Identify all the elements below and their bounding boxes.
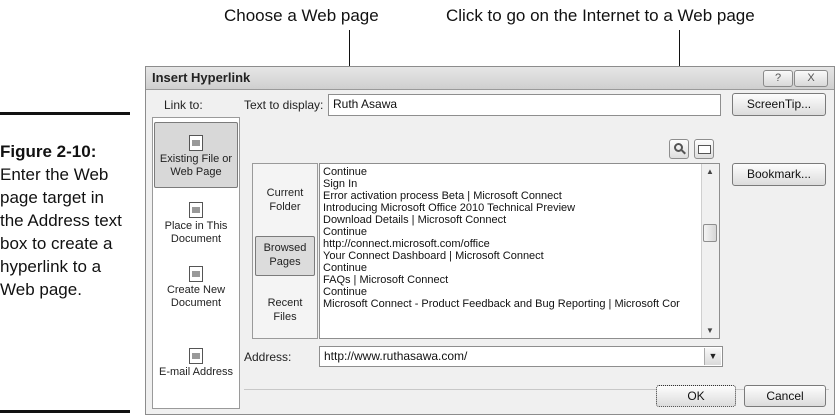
footer-divider xyxy=(244,389,829,390)
list-item[interactable]: Download Details | Microsoft Connect xyxy=(323,215,698,227)
cancel-button[interactable]: Cancel xyxy=(744,385,826,407)
title-bar: Insert Hyperlink ? X xyxy=(146,67,834,90)
folder-icon xyxy=(698,145,711,154)
scroll-up-icon[interactable]: ▲ xyxy=(706,167,714,176)
existing-file-icon xyxy=(189,135,203,151)
callout-choose-web-page: Choose a Web page xyxy=(224,6,379,25)
list-item[interactable]: Sign In xyxy=(323,179,698,191)
screentip-button[interactable]: ScreenTip... xyxy=(732,93,826,116)
list-item[interactable]: Continue xyxy=(323,263,698,275)
address-label: Address: xyxy=(244,350,292,364)
help-button[interactable]: ? xyxy=(763,70,793,87)
list-item[interactable]: Error activation process Beta | Microsof… xyxy=(323,191,698,203)
list-item[interactable]: Introducing Microsoft Office 2010 Techni… xyxy=(323,203,698,215)
bookmark-button[interactable]: Bookmark... xyxy=(732,163,826,186)
link-to-email-address[interactable]: E-mail Address xyxy=(154,348,238,398)
text-to-display-input[interactable]: Ruth Asawa xyxy=(328,94,721,116)
magnifier-handle xyxy=(681,149,686,155)
place-in-document-icon xyxy=(189,202,203,218)
list-item[interactable]: Continue xyxy=(323,167,698,179)
look-in-panel: Current Folder Browsed Pages Recent File… xyxy=(252,163,318,339)
link-to-email-address-label: E-mail Address xyxy=(159,366,233,378)
caption-rule-top xyxy=(0,112,130,115)
caption-rule-bottom xyxy=(0,410,130,413)
link-to-create-new-document[interactable]: Create New Document xyxy=(154,266,238,316)
look-in-current-folder[interactable]: Current Folder xyxy=(255,186,315,218)
look-in-browsed-pages[interactable]: Browsed Pages xyxy=(255,236,315,276)
list-item[interactable]: Your Connect Dashboard | Microsoft Conne… xyxy=(323,251,698,263)
new-document-icon xyxy=(189,266,203,282)
callout-browse-web: Click to go on the Internet to a Web pag… xyxy=(446,6,755,25)
link-to-place-in-document[interactable]: Place in This Document xyxy=(154,202,238,252)
list-item[interactable]: FAQs | Microsoft Connect xyxy=(323,275,698,287)
vertical-scrollbar[interactable]: ▲ ▼ xyxy=(701,164,719,338)
link-to-label: Link to: xyxy=(164,98,203,112)
link-to-existing-file[interactable]: Existing File or Web Page xyxy=(154,122,238,188)
link-to-place-in-document-label: Place in This Document xyxy=(164,220,228,245)
scroll-thumb[interactable] xyxy=(703,224,717,242)
browse-web-button[interactable] xyxy=(669,139,689,159)
figure-number: Figure 2-10: xyxy=(0,142,97,161)
look-in-recent-files[interactable]: Recent Files xyxy=(255,296,315,328)
browse-file-button[interactable] xyxy=(694,139,714,159)
list-item[interactable]: http://connect.microsoft.com/office xyxy=(323,239,698,251)
email-icon xyxy=(189,348,203,364)
browsed-pages-list[interactable]: Continue Sign In Error activation proces… xyxy=(319,163,720,339)
dialog-title: Insert Hyperlink xyxy=(152,70,251,85)
scroll-down-icon[interactable]: ▼ xyxy=(706,326,714,335)
insert-hyperlink-dialog: Insert Hyperlink ? X Link to: Text to di… xyxy=(145,66,835,415)
close-button[interactable]: X xyxy=(794,70,828,87)
figure-caption: Figure 2-10: Enter the Web page target i… xyxy=(0,140,132,301)
chevron-down-icon[interactable]: ▼ xyxy=(704,348,721,365)
link-to-create-new-document-label: Create New Document xyxy=(166,284,226,309)
address-value: http://www.ruthasawa.com/ xyxy=(324,349,468,363)
list-item[interactable]: Continue xyxy=(323,287,698,299)
address-input[interactable]: http://www.ruthasawa.com/ ▼ xyxy=(319,346,723,367)
list-item[interactable]: Microsoft Connect - Product Feedback and… xyxy=(323,299,698,311)
list-item[interactable]: Continue xyxy=(323,227,698,239)
link-to-panel: Existing File or Web Page Place in This … xyxy=(152,117,240,409)
text-to-display-label: Text to display: xyxy=(244,98,324,112)
link-to-existing-file-label: Existing File or Web Page xyxy=(159,153,233,178)
figure-caption-text: Enter the Web page target in the Address… xyxy=(0,165,122,299)
ok-button[interactable]: OK xyxy=(656,385,736,407)
